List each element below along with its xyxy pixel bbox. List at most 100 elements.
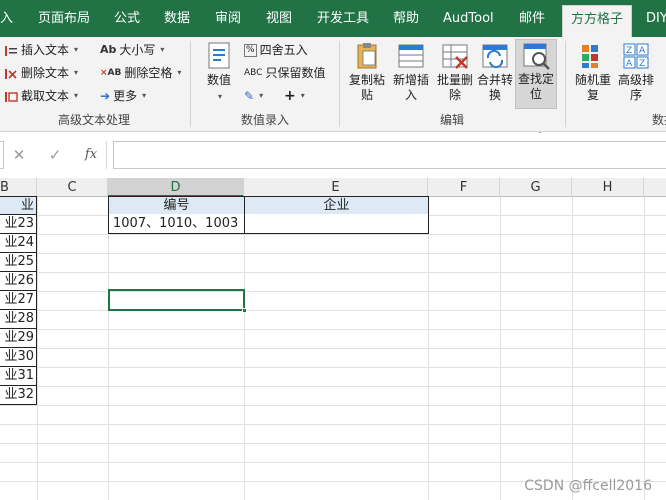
formula-bar-divider	[106, 141, 107, 169]
active-cell-selection[interactable]	[108, 289, 247, 313]
column-header-e[interactable]: E	[244, 178, 428, 197]
tab-ffcell[interactable]: 方方格子	[562, 5, 633, 37]
tab-formulas[interactable]: 公式	[114, 0, 140, 37]
cell-b7[interactable]: 业28	[0, 310, 37, 329]
worksheet-grid[interactable]: B C D E F G H 业 业23 业24 业25 业26 业27 业28 …	[0, 178, 666, 500]
group-label-number: 数值录入	[240, 113, 289, 127]
cell-b4[interactable]: 业25	[0, 253, 37, 272]
cell-b1[interactable]: 业	[0, 196, 37, 215]
extract-text-button[interactable]: 截取文本 ▾	[4, 85, 78, 107]
chevron-down-icon: ▾	[300, 91, 305, 100]
insert-text-icon	[4, 43, 18, 57]
cell-b10[interactable]: 业31	[0, 367, 37, 386]
advanced-sort-label: 高级排序	[617, 73, 654, 102]
cell-d2[interactable]: 1007、1010、1003	[108, 214, 245, 234]
copy-paste-button[interactable]: 复制粘贴	[346, 41, 388, 109]
cell-b9[interactable]: 业30	[0, 348, 37, 367]
formula-input[interactable]	[113, 141, 666, 169]
keep-value-icon: ABC	[244, 68, 263, 78]
random-repeat-label: 随机重复	[574, 73, 611, 102]
cell-e2[interactable]	[244, 214, 429, 234]
new-insert-button[interactable]: 新增插入	[390, 41, 432, 109]
tab-page-layout[interactable]: 页面布局	[38, 0, 90, 37]
tab-review[interactable]: 审阅	[215, 0, 241, 37]
chevron-down-icon: ▾	[259, 91, 264, 100]
group-number-entry: 数值 ▾ % 四舍五入 ABC 只保留数值 ✎ ▾ + ▾ 数值录入	[192, 37, 338, 132]
group-separator	[565, 41, 566, 127]
gridline	[0, 443, 666, 444]
more-button[interactable]: ➔ 更多 ▾	[100, 85, 146, 107]
cell-b11[interactable]: 业32	[0, 386, 37, 405]
find-locate-button[interactable]: 查找定位	[515, 39, 557, 109]
enter-formula-button[interactable]: ✓	[44, 143, 66, 167]
name-box[interactable]	[0, 141, 4, 169]
gridline	[0, 291, 666, 292]
tab-view[interactable]: 视图	[266, 0, 292, 37]
advanced-sort-button[interactable]: ZAAZ 高级排序	[615, 41, 657, 109]
tab-audtool[interactable]: AudTool	[443, 0, 494, 37]
new-insert-label: 新增插入	[392, 73, 429, 102]
add-button[interactable]: + ▾	[284, 85, 305, 107]
clipboard-icon	[352, 41, 382, 71]
cell-d1-header[interactable]: 编号	[108, 196, 245, 215]
group-label-data: 数据	[651, 113, 666, 127]
delete-spaces-button[interactable]: ×AB 删除空格 ▾	[100, 62, 181, 84]
delete-text-label: 删除文本	[21, 66, 70, 80]
tab-help[interactable]: 帮助	[393, 0, 419, 37]
gridline	[0, 386, 666, 387]
fill-handle[interactable]	[242, 308, 247, 313]
tab-developer[interactable]: 开发工具	[317, 0, 369, 37]
tab-mail[interactable]: 邮件	[519, 0, 545, 37]
cell-b2[interactable]: 业23	[0, 215, 37, 234]
column-header-h[interactable]: H	[572, 178, 644, 197]
gridline	[0, 234, 666, 235]
column-header-d[interactable]: D	[108, 178, 244, 197]
ribbon-tab-bar: 入 页面布局 公式 数据 审阅 视图 开发工具 帮助 AudTool 邮件 方方…	[0, 0, 666, 37]
cancel-formula-button[interactable]: ✕	[8, 143, 30, 167]
column-header-f[interactable]: F	[428, 178, 500, 197]
cell-b5[interactable]: 业26	[0, 272, 37, 291]
tab-insert[interactable]: 入	[0, 0, 13, 37]
round-label: 四舍五入	[259, 43, 308, 57]
plus-icon: +	[284, 88, 296, 104]
svg-text:A: A	[639, 46, 646, 56]
column-header-c[interactable]: C	[37, 178, 108, 197]
insert-text-label: 插入文本	[21, 43, 70, 57]
tab-data[interactable]: 数据	[164, 0, 190, 37]
excel-window: 入 页面布局 公式 数据 审阅 视图 开发工具 帮助 AudTool 邮件 方方…	[0, 0, 666, 500]
random-repeat-button[interactable]: 随机重复	[572, 41, 614, 109]
cell-text: 业28	[4, 311, 34, 326]
batch-delete-button[interactable]: 批量删除	[434, 41, 476, 109]
copy-paste-label: 复制粘贴	[348, 73, 385, 102]
cell-text: 业31	[4, 368, 34, 383]
cell-b8[interactable]: 业29	[0, 329, 37, 348]
group-separator	[190, 41, 191, 127]
delete-text-button[interactable]: 删除文本 ▾	[4, 62, 78, 84]
cell-b6[interactable]: 业27	[0, 291, 37, 310]
find-locate-label: 查找定位	[517, 72, 554, 101]
keep-value-label: 只保留数值	[265, 66, 326, 80]
column-header-i[interactable]	[644, 178, 666, 197]
edit-options-button[interactable]: ✎ ▾	[244, 85, 263, 107]
batch-delete-label: 批量删除	[436, 73, 473, 102]
keep-value-button[interactable]: ABC 只保留数值	[244, 62, 325, 84]
find-locate-icon	[521, 40, 551, 70]
round-button[interactable]: % 四舍五入	[244, 39, 308, 61]
cell-e1-header[interactable]: 企业	[244, 196, 429, 215]
number-icon	[204, 41, 234, 71]
number-button[interactable]: 数值 ▾	[198, 41, 240, 109]
merge-convert-button[interactable]: 合并转换	[474, 41, 516, 109]
tab-diy[interactable]: DIY	[646, 0, 666, 37]
chevron-down-icon: ▾	[177, 68, 182, 77]
column-header-b[interactable]: B	[0, 178, 37, 197]
group-data: 随机重复 ZAAZ 高级排序 数据	[567, 37, 666, 132]
case-button[interactable]: Ab 大小写 ▾	[100, 39, 164, 61]
insert-text-button[interactable]: 插入文本 ▾	[4, 39, 78, 61]
cell-text: 业26	[4, 273, 34, 288]
cell-b3[interactable]: 业24	[0, 234, 37, 253]
insert-function-button[interactable]: fx	[80, 143, 102, 167]
column-header-g[interactable]: G	[500, 178, 572, 197]
gridline	[0, 405, 666, 406]
delete-text-icon	[4, 66, 18, 80]
group-label-edit: 编辑	[439, 113, 464, 127]
